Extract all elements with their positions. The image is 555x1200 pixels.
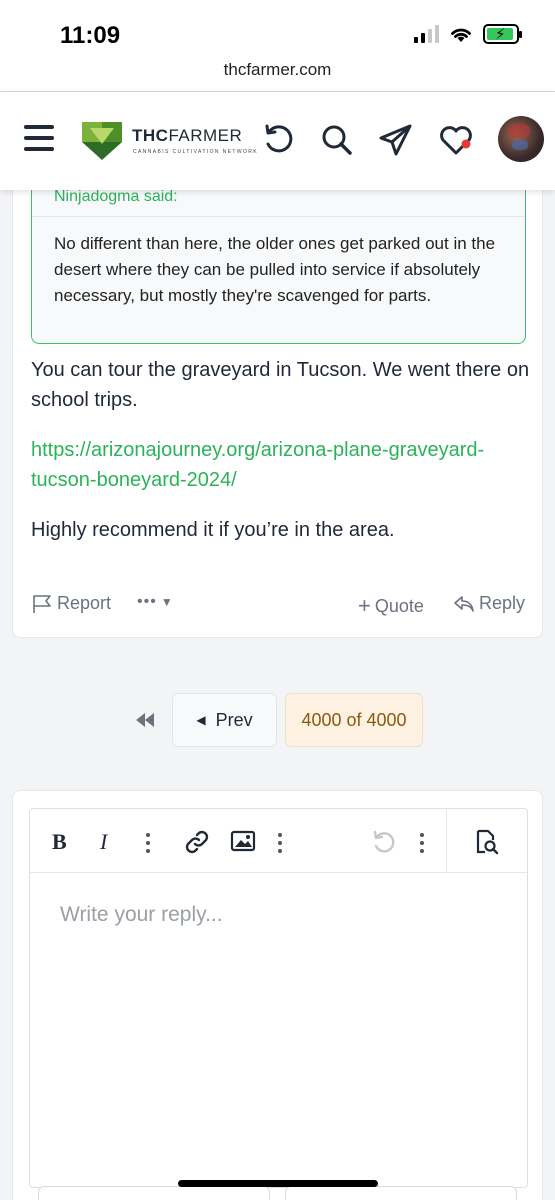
site-header: THCFARMER CANNABIS CULTIVATION NETWORK [0, 92, 555, 190]
logo-icon[interactable] [80, 120, 124, 162]
current-page[interactable]: 4000 of 4000 [285, 693, 423, 747]
report-button[interactable]: Report [31, 593, 111, 614]
post-body: You can tour the graveyard in Tucson. We… [31, 355, 531, 565]
reply-editor[interactable]: B I Write your reply... [29, 808, 528, 1188]
post-link[interactable]: https://arizonajourney.org/arizona-plane… [31, 439, 484, 491]
preview-icon[interactable] [474, 829, 500, 855]
post-card: Ninjadogma said: No different than here,… [12, 150, 543, 638]
user-avatar[interactable] [498, 116, 544, 162]
send-icon[interactable] [378, 122, 414, 158]
signal-icon [414, 25, 439, 43]
quote-button[interactable]: + Quote [358, 593, 424, 619]
reply-card: B I Write your reply... [12, 790, 543, 1200]
italic-icon[interactable]: I [100, 829, 107, 855]
flag-icon [33, 594, 51, 613]
menu-icon[interactable] [24, 125, 54, 151]
logo-text[interactable]: THCFARMER [132, 126, 242, 146]
caret-down-icon: ▼ [160, 595, 173, 609]
more-options-button[interactable]: ••• ▼ [137, 593, 173, 611]
heart-icon[interactable] [438, 122, 474, 158]
toolbar-divider [446, 809, 447, 873]
reply-placeholder: Write your reply... [60, 903, 223, 926]
post-paragraph: You can tour the graveyard in Tucson. We… [31, 359, 530, 411]
wifi-icon [451, 28, 471, 42]
logo-tagline: CANNABIS CULTIVATION NETWORK [133, 149, 259, 155]
bottom-button-left[interactable] [38, 1186, 270, 1200]
browser-chrome: 11:09 ⚡ thcfarmer.com [0, 0, 555, 92]
bold-icon[interactable]: B [52, 829, 67, 855]
editor-toolbar: B I [30, 809, 527, 873]
caret-left-icon: ◀ [196, 713, 206, 727]
search-icon[interactable] [318, 122, 354, 158]
more-insert-options-icon[interactable] [278, 833, 282, 857]
undo-icon[interactable] [370, 829, 396, 855]
double-chevron-left-icon [136, 713, 154, 727]
post-paragraph: Highly recommend it if you’re in the are… [31, 519, 395, 541]
reply-icon [454, 595, 474, 612]
plus-icon: + [358, 593, 371, 618]
status-time: 11:09 [60, 22, 121, 49]
ellipsis-icon: ••• [137, 593, 157, 610]
quote-author[interactable]: Ninjadogma said: [54, 188, 178, 206]
more-text-options-icon[interactable] [146, 833, 150, 857]
more-edit-options-icon[interactable] [420, 833, 424, 857]
home-indicator [178, 1180, 378, 1187]
bottom-button-right[interactable] [285, 1186, 517, 1200]
link-icon[interactable] [184, 829, 210, 855]
reply-button[interactable]: Reply [453, 593, 525, 614]
post-actions: Report ••• ▼ + Quote Reply [13, 589, 542, 619]
prev-page-button[interactable]: ◀ Prev [172, 693, 277, 747]
url-bar[interactable]: thcfarmer.com [0, 60, 555, 80]
status-icons: ⚡ [414, 24, 522, 44]
refresh-icon[interactable] [261, 122, 297, 158]
battery-icon: ⚡ [483, 24, 522, 44]
quote-text: No different than here, the older ones g… [54, 234, 496, 305]
image-icon[interactable] [230, 829, 256, 853]
first-page-button[interactable] [133, 710, 157, 735]
